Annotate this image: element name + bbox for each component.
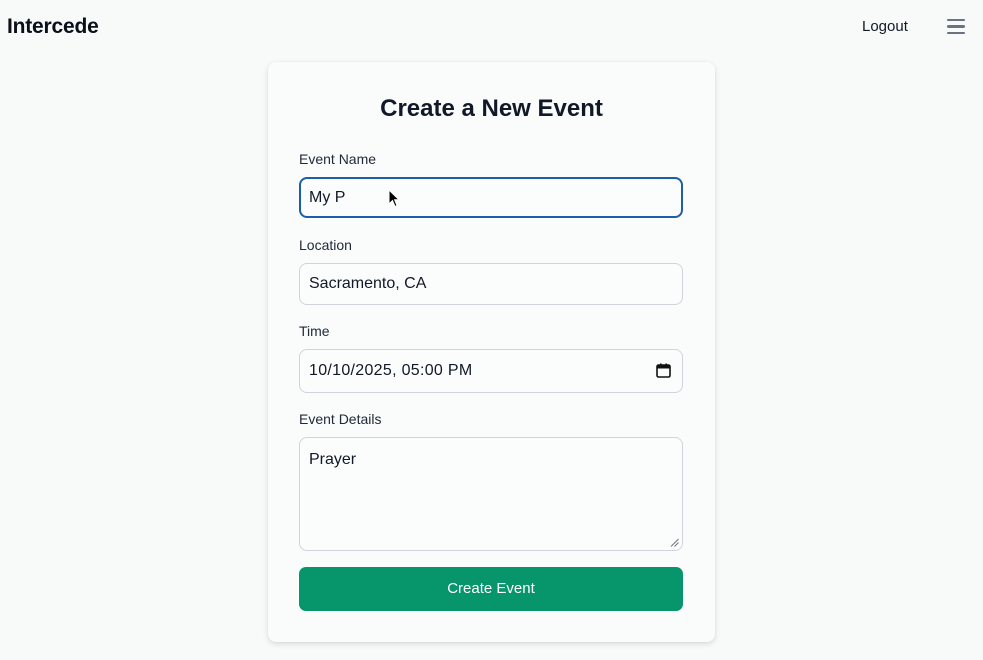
top-navbar: Intercede Logout	[0, 0, 983, 56]
brand-logo[interactable]: Intercede	[7, 15, 99, 39]
time-label: Time	[299, 323, 330, 339]
event-name-input[interactable]: My P	[299, 177, 683, 218]
calendar-icon[interactable]	[656, 363, 671, 378]
hamburger-menu-icon[interactable]	[947, 18, 965, 35]
location-input[interactable]: Sacramento, CA	[299, 263, 683, 305]
resize-grip-icon[interactable]	[670, 538, 679, 547]
event-name-value: My P	[309, 188, 346, 206]
event-details-value: Prayer	[309, 451, 357, 468]
location-value: Sacramento, CA	[309, 275, 427, 292]
event-name-label: Event Name	[299, 151, 377, 167]
event-details-label: Event Details	[299, 411, 382, 427]
logout-button[interactable]: Logout	[862, 18, 908, 35]
mouse-cursor-icon	[388, 189, 400, 208]
page-title: Create a New Event	[380, 95, 603, 122]
create-event-card: Create a New Event Event Name My P Locat…	[268, 62, 715, 642]
time-input[interactable]: 10/10/2025, 05:00 PM	[299, 349, 683, 393]
time-value: 10/10/2025, 05:00 PM	[309, 362, 473, 379]
create-event-button[interactable]: Create Event	[299, 567, 683, 611]
event-details-textarea[interactable]: Prayer	[299, 437, 683, 551]
location-label: Location	[299, 237, 352, 253]
